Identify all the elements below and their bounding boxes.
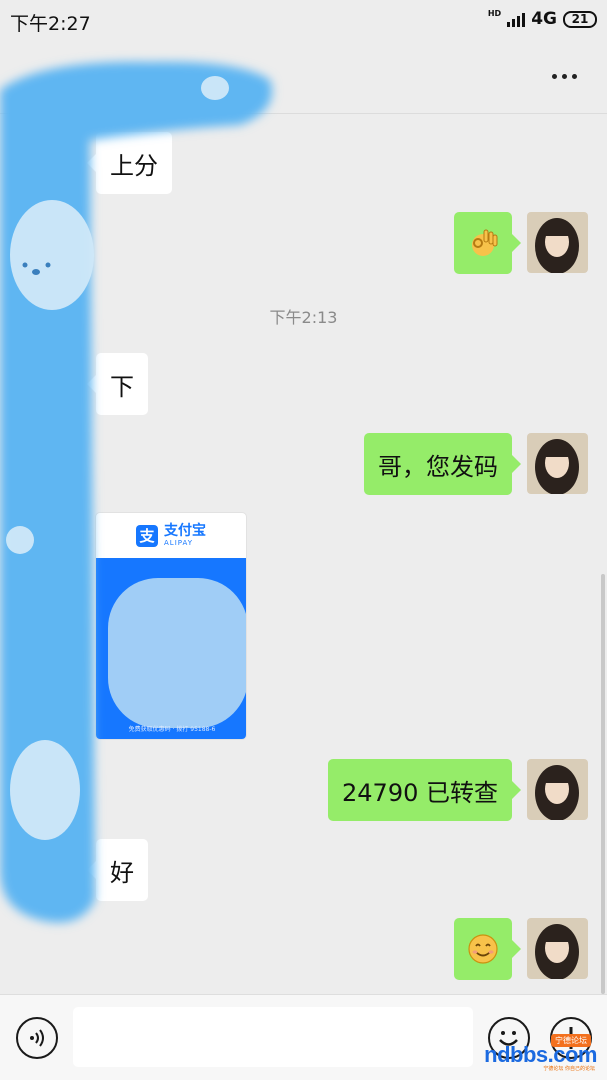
voice-icon [30, 1029, 44, 1047]
watermark-sub: 宁德论坛 你自己的论坛 [543, 1066, 595, 1072]
chat-history[interactable]: 上分 下午2:13 下 哥，您发码 支 支付宝 ALIPAY 免费获取优惠码 ·… [0, 114, 607, 994]
hd-label: HD [487, 8, 502, 18]
qr-code-area: 免费获取优惠码 · 拨打 95188-6 [96, 558, 246, 739]
alipay-brand-en: ALIPAY [164, 539, 194, 547]
alipay-brand-cn: 支付宝 [164, 523, 206, 539]
timestamp: 下午2:13 [269, 308, 338, 327]
site-watermark: 宁德论坛 ndbbs.com 宁德论坛 你自己的论坛 [479, 1034, 597, 1072]
message-input[interactable] [73, 1007, 473, 1067]
status-bar: 下午2:27 HD 4G 21 [0, 0, 607, 42]
avatar[interactable] [527, 433, 588, 494]
alipay-logo-icon: 支 [136, 524, 158, 547]
incoming-message[interactable]: 下 [87, 353, 148, 415]
message-text: 好 [110, 858, 134, 887]
outgoing-message[interactable] [454, 918, 521, 980]
avatar[interactable] [527, 759, 588, 820]
message-text: 上分 [110, 151, 158, 180]
voice-input-button[interactable] [16, 1017, 58, 1059]
status-indicators: HD 4G 21 [488, 9, 597, 29]
smile-emoji-icon [468, 934, 498, 964]
ok-hand-emoji-icon [472, 229, 498, 256]
message-text: 哥，您发码 [378, 452, 498, 481]
battery-icon: 21 [563, 10, 597, 28]
outgoing-message[interactable]: 哥，您发码 [364, 433, 521, 495]
alipay-header: 支 支付宝 ALIPAY [96, 513, 246, 558]
status-time: 下午2:27 [10, 13, 91, 35]
more-dots-icon[interactable] [552, 74, 577, 79]
message-text: 下 [110, 372, 134, 401]
network-type: 4G [531, 9, 557, 29]
incoming-message[interactable]: 好 [87, 839, 148, 901]
outgoing-message[interactable] [454, 212, 521, 274]
avatar[interactable] [527, 212, 588, 273]
incoming-message[interactable]: 上分 [87, 132, 172, 194]
input-bar: 宁德论坛 ndbbs.com 宁德论坛 你自己的论坛 [0, 994, 607, 1080]
payment-code-image[interactable]: 支 支付宝 ALIPAY 免费获取优惠码 · 拨打 95188-6 [95, 512, 247, 740]
redaction-blur [108, 578, 246, 728]
avatar[interactable] [527, 918, 588, 979]
chat-header [0, 42, 607, 114]
alipay-footer: 免费获取优惠码 · 拨打 95188-6 [128, 726, 216, 733]
scrollbar[interactable] [601, 574, 605, 994]
message-text: 24790 已转查 [342, 778, 498, 807]
outgoing-message[interactable]: 24790 已转查 [328, 759, 521, 821]
signal-icon [507, 11, 526, 27]
battery-level: 21 [571, 11, 589, 26]
